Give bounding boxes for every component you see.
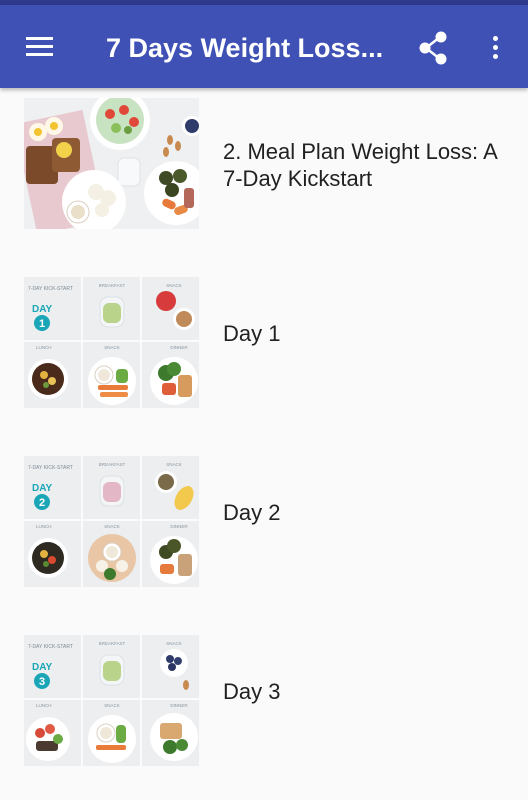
app-bar: 7 Days Weight Loss... (0, 5, 528, 88)
day-1-thumbnail: 7-DAY KICK-START DAY 1 BREAKFAST SNACK L… (24, 277, 199, 408)
snack-label-2: SNACK (104, 524, 120, 529)
list-item-day-3[interactable]: 7-DAY KICK-START DAY 3 BREAKFAST SNACK L… (0, 625, 528, 795)
day-2-thumbnail: 7-DAY KICK-START DAY 2 BREAKFAST SNACK L… (24, 456, 199, 587)
page-title: 7 Days Weight Loss... (106, 33, 384, 63)
snack-label: SNACK (166, 462, 182, 467)
dinner-label: DINNER (170, 703, 188, 708)
list-item-meal-plan[interactable]: 2. Meal Plan Weight Loss: A 7-Day Kickst… (0, 88, 528, 258)
lunch-label: LUNCH (36, 703, 52, 708)
day-label: DAY (32, 483, 53, 494)
dinner-label: DINNER (170, 345, 188, 350)
share-icon[interactable] (414, 30, 454, 66)
day-number-badge: 3 (39, 676, 45, 688)
list-item-day-1[interactable]: 7-DAY KICK-START DAY 1 BREAKFAST SNACK L… (0, 267, 528, 437)
breakfast-label: BREAKFAST (99, 641, 126, 646)
more-options-icon[interactable] (478, 30, 512, 66)
day-label: DAY (32, 662, 53, 673)
breakfast-label: BREAKFAST (99, 462, 126, 467)
breakfast-label: BREAKFAST (99, 283, 126, 288)
day-3-thumbnail: 7-DAY KICK-START DAY 3 BREAKFAST SNACK L… (24, 635, 199, 766)
day-label: DAY (32, 304, 53, 315)
list-item-label: Day 3 (223, 679, 281, 704)
list-item-day-2[interactable]: 7-DAY KICK-START DAY 2 BREAKFAST SNACK L… (0, 446, 528, 616)
lunch-label: LUNCH (36, 524, 52, 529)
dinner-label: DINNER (170, 524, 188, 529)
list-item-label: Day 2 (223, 500, 281, 525)
hamburger-menu-icon[interactable] (18, 29, 60, 65)
snack-label-2: SNACK (104, 703, 120, 708)
day-number-badge: 1 (39, 318, 45, 330)
snack-label-2: SNACK (104, 345, 120, 350)
kickstart-label: 7-DAY KICK-START (28, 286, 73, 292)
snack-label: SNACK (166, 641, 182, 646)
list-item-label: 2. Meal Plan Weight Loss: A 7-Day Kickst… (223, 139, 497, 191)
kickstart-label: 7-DAY KICK-START (28, 465, 73, 471)
lunch-label: LUNCH (36, 345, 52, 350)
list-item-label: Day 1 (223, 321, 281, 346)
day-number-badge: 2 (39, 497, 45, 509)
kickstart-label: 7-DAY KICK-START (28, 644, 73, 650)
snack-label: SNACK (166, 283, 182, 288)
meal-plan-thumbnail (24, 98, 199, 229)
